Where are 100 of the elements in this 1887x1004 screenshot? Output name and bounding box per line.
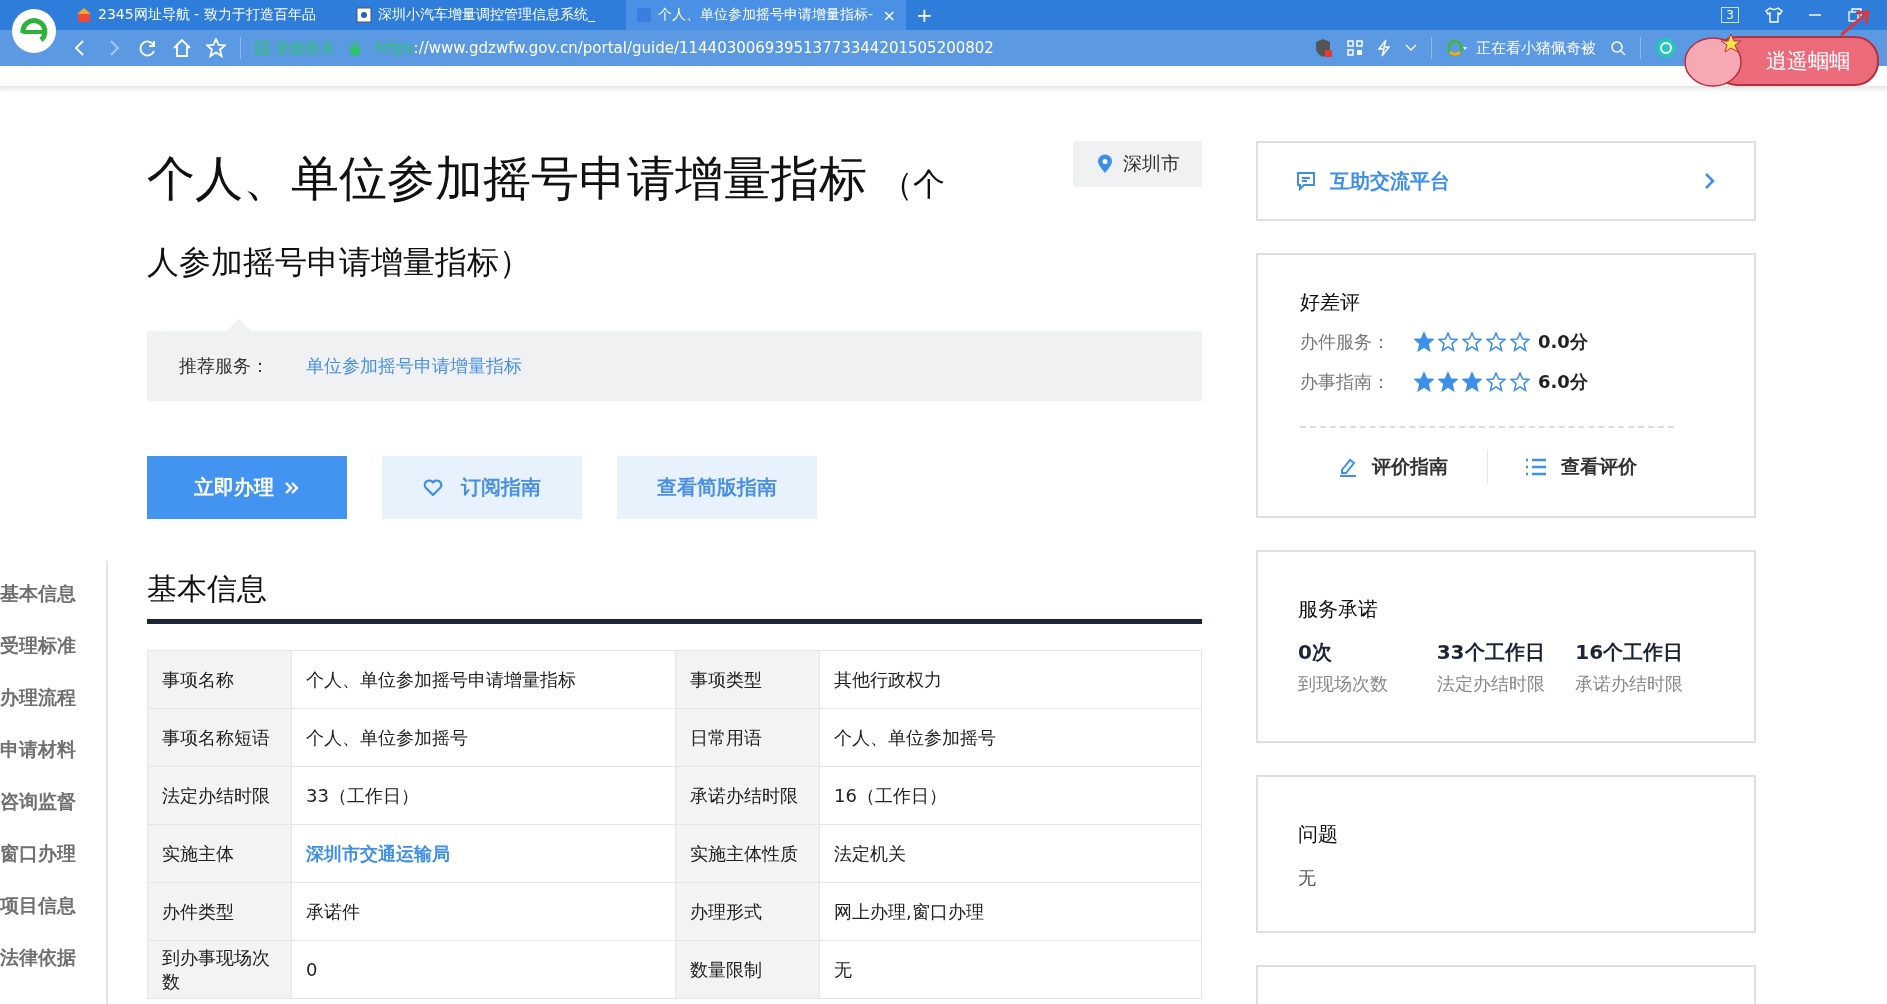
star-filled-icon <box>1414 332 1434 352</box>
sidebar-item[interactable]: 法律依据 <box>0 931 106 983</box>
card-title: 服务承诺 <box>1298 596 1379 623</box>
rating-label: 办事指南： <box>1300 370 1391 394</box>
field-value: 网上办理,窗口办理 <box>819 882 1202 941</box>
heart-icon <box>423 478 443 497</box>
promise-value: 16个工作日 <box>1575 639 1685 666</box>
search-icon[interactable] <box>1610 40 1626 56</box>
double-chevron-icon <box>284 479 300 496</box>
url-field[interactable]: https://www.gdzwfw.gov.cn/portal/guide/114403006939513773344201505200802 <box>375 39 994 57</box>
star-outline-icon <box>1486 332 1506 352</box>
community-link[interactable]: 互助交流平台 <box>1330 167 1450 195</box>
field-label: 法定办结时限 <box>147 766 292 825</box>
site-label: 党政机关 <box>275 38 335 58</box>
sidebar-item[interactable]: 受理标准 <box>0 619 106 671</box>
recommend-label: 推荐服务： <box>179 354 270 378</box>
star-outline-icon <box>1462 332 1482 352</box>
shield-icon[interactable] <box>1315 38 1333 58</box>
qr-code-icon[interactable] <box>1347 40 1363 56</box>
promise-label: 承诺办结时限 <box>1575 672 1685 696</box>
field-label: 到办事现场次数 <box>147 940 292 999</box>
rating-label: 办件服务： <box>1300 330 1391 354</box>
browser-tab[interactable]: 深圳小汽车增量调控管理信息系统_ <box>346 0 626 30</box>
field-label: 事项名称 <box>147 650 292 709</box>
building-icon <box>255 41 269 55</box>
chevron-down-icon[interactable] <box>1405 44 1417 52</box>
field-label: 实施主体性质 <box>675 824 820 883</box>
page-title: 个人、单位参加摇号申请增量指标 （个人参加摇号申请增量指标） <box>147 149 946 283</box>
field-value: 0 <box>291 940 676 999</box>
field-value: 无 <box>819 940 1202 999</box>
field-value: 承诺件 <box>291 882 676 941</box>
reload-icon[interactable] <box>138 38 158 58</box>
star-icon[interactable] <box>206 38 226 58</box>
promise-value: 33个工作日 <box>1436 639 1546 666</box>
favicon-icon <box>356 7 372 23</box>
promise-value: 0次 <box>1298 639 1333 666</box>
news-ticker[interactable]: 正在看小猪佩奇被 <box>1476 38 1596 58</box>
favicon-icon <box>76 7 92 23</box>
sticker-icon <box>1683 32 1743 88</box>
restore-icon[interactable] <box>1847 7 1863 23</box>
sidebar-item[interactable]: 基本信息 <box>0 567 106 619</box>
star-outline-icon <box>1510 372 1530 392</box>
field-value: 个人、单位参加摇号 <box>291 708 676 767</box>
field-label: 事项类型 <box>675 650 820 709</box>
chat-icon <box>1296 171 1316 191</box>
location-button[interactable]: 深圳市 <box>1073 141 1202 187</box>
browser-tab[interactable]: 个人、单位参加摇号申请增量指标- × <box>626 0 906 30</box>
community-card[interactable]: 互助交流平台 <box>1256 141 1756 221</box>
star-filled-icon <box>1462 372 1482 392</box>
field-value: 16（工作日） <box>819 766 1202 825</box>
field-label: 数量限制 <box>675 940 820 999</box>
shirt-icon[interactable] <box>1765 7 1783 23</box>
ring-icon[interactable] <box>1446 39 1468 57</box>
field-label: 日常用语 <box>675 708 820 767</box>
field-value: 33（工作日） <box>291 766 676 825</box>
home-icon[interactable] <box>172 38 192 58</box>
app-icon[interactable] <box>1655 37 1677 59</box>
sidebar-item[interactable]: 窗口办理 <box>0 827 106 879</box>
rate-guide-button[interactable]: 评价指南 <box>1300 453 1487 481</box>
star-filled-icon <box>1414 372 1434 392</box>
sidebar-item[interactable]: 项目信息 <box>0 879 106 931</box>
promise-label: 到现场次数 <box>1298 672 1389 696</box>
star-outline-icon <box>1510 332 1530 352</box>
view-ratings-button[interactable]: 查看评价 <box>1487 453 1674 481</box>
field-value: 个人、单位参加摇号 <box>819 708 1202 767</box>
list-icon <box>1524 458 1547 476</box>
section-heading: 基本信息 <box>147 569 1202 624</box>
simple-guide-button[interactable]: 查看简版指南 <box>617 456 817 519</box>
rating-score: 0.0分 <box>1538 330 1588 354</box>
apply-button[interactable]: 立即办理 <box>147 456 347 519</box>
sidebar-item[interactable]: 咨询监督 <box>0 775 106 827</box>
field-label: 办件类型 <box>147 882 292 941</box>
new-tab-button[interactable]: + <box>906 3 943 27</box>
browser-tab[interactable]: 2345网址导航 - 致力于打造百年品 <box>66 0 346 30</box>
rating-score: 6.0分 <box>1538 370 1588 394</box>
field-link[interactable]: 深圳市交通运输局 <box>291 824 676 883</box>
chevron-right-icon <box>1704 172 1716 190</box>
pencil-icon <box>1338 457 1359 477</box>
tab-count[interactable]: 3 <box>1721 7 1739 23</box>
lightning-icon[interactable] <box>1377 39 1391 57</box>
field-label: 实施主体 <box>147 824 292 883</box>
card-title: 好差评 <box>1300 289 1361 316</box>
star-filled-icon <box>1438 372 1458 392</box>
field-value: 法定机关 <box>819 824 1202 883</box>
recommend-link[interactable]: 单位参加摇号申请增量指标 <box>306 354 522 378</box>
sidebar-item[interactable]: 申请材料 <box>0 723 106 775</box>
sidebar-item[interactable]: 办理流程 <box>0 671 106 723</box>
field-label: 承诺办结时限 <box>675 766 820 825</box>
lock-icon <box>349 41 361 55</box>
close-icon[interactable]: × <box>882 5 896 25</box>
issue-text: 无 <box>1298 866 1317 890</box>
star-outline-icon <box>1438 332 1458 352</box>
star-outline-icon <box>1486 372 1506 392</box>
field-value: 其他行政权力 <box>819 650 1202 709</box>
field-value: 个人、单位参加摇号申请增量指标 <box>291 650 676 709</box>
subscribe-button[interactable]: 订阅指南 <box>382 456 582 519</box>
field-label: 事项名称短语 <box>147 708 292 767</box>
arrow-icon <box>1838 8 1872 38</box>
field-label: 办理形式 <box>675 882 820 941</box>
card-title: 问题 <box>1298 821 1339 848</box>
